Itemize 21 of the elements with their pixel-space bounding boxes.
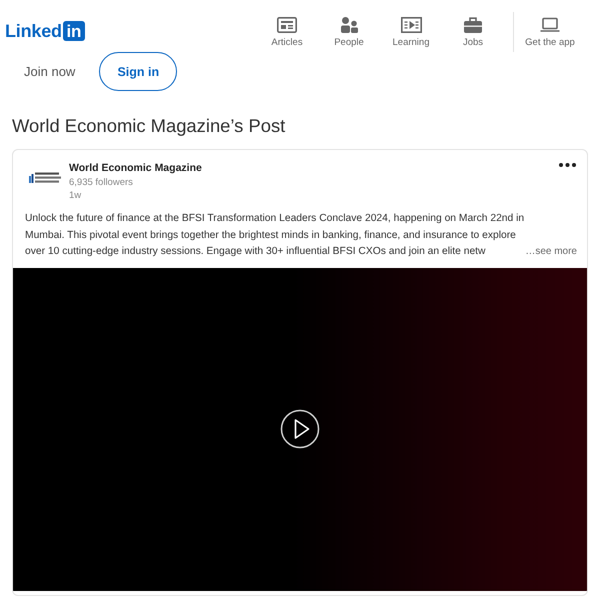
sign-in-button[interactable]: Sign in bbox=[99, 52, 178, 91]
page-title: World Economic Magazine’s Post bbox=[12, 114, 286, 137]
company-logo-icon[interactable] bbox=[29, 171, 61, 185]
play-icon[interactable] bbox=[280, 409, 320, 449]
post-age: 1w bbox=[69, 189, 82, 202]
laptop-icon bbox=[540, 17, 560, 33]
newspaper-icon bbox=[277, 17, 297, 33]
briefcase-icon bbox=[464, 17, 482, 33]
post-text: Unlock the future of finance at the BFSI Transformation Leaders Conclave 2024, happening on March 22nd in Mumbai. This pivotal event brings together the brightest minds in banking, finance, and insurance to explore over 10 cutting-edge industry sessions. Engage with 30+ influential BFSI CXOs and join an elite netw bbox=[25, 212, 524, 259]
get-app-link[interactable]: Get the app bbox=[514, 0, 586, 49]
people-icon bbox=[340, 17, 358, 33]
join-now-link[interactable]: Join now bbox=[24, 64, 76, 79]
nav-link[interactable]: Jobs bbox=[442, 0, 504, 49]
author-name-link[interactable]: World Economic Magazine bbox=[69, 161, 202, 176]
video-player-icon bbox=[400, 17, 422, 33]
nav-link[interactable]: Learning bbox=[380, 0, 442, 49]
nav-link[interactable]: Articles bbox=[256, 0, 318, 49]
more-options-icon[interactable] bbox=[559, 163, 576, 167]
nav-link[interactable]: People bbox=[318, 0, 380, 49]
logo-link[interactable]: Linked in bbox=[5, 21, 85, 41]
follower-count: 6,935 followers bbox=[69, 176, 133, 189]
